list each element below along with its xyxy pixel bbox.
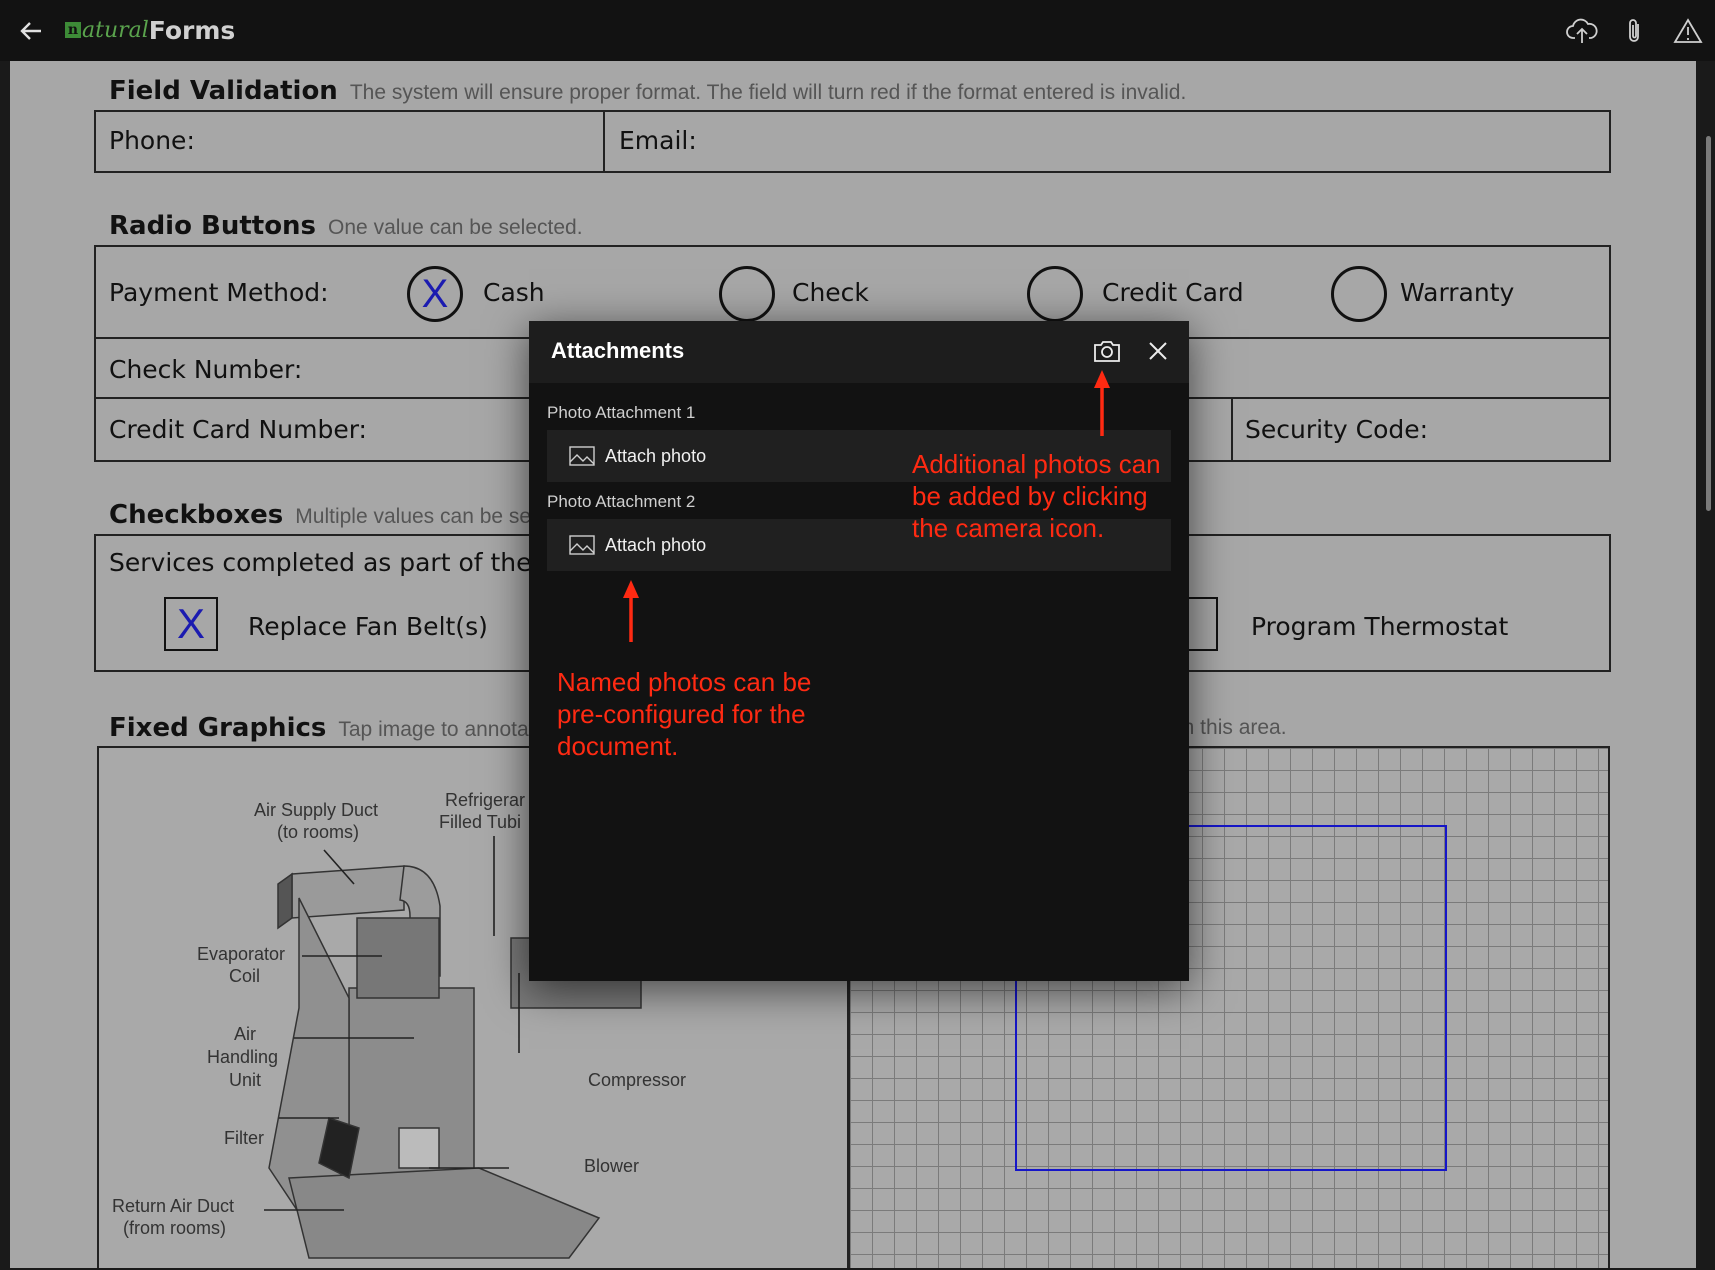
divider [603,110,605,173]
radio-title: Radio Buttons [109,211,317,241]
sketch-desc: in this area. [1178,716,1287,740]
logo-natural: atural [82,17,149,43]
camera-icon[interactable] [1091,335,1123,367]
checkboxes-header: Checkboxes Multiple values can be selec [109,500,558,530]
field-validation-box [94,110,1611,173]
radio-check[interactable] [719,266,775,322]
label-evaporator: Evaporator [197,944,286,964]
arrow-up-icon [1094,370,1110,436]
radio-cash-label: Cash [483,278,545,307]
attach-photo-2-label: Attach photo [605,534,707,555]
radio-warranty-label: Warranty [1400,278,1515,307]
attach-photo-1-label: Attach photo [605,445,707,466]
warning-icon[interactable] [1671,14,1705,48]
app-logo: n atural Forms [65,12,235,48]
radio-warranty[interactable] [1331,266,1387,322]
services-label: Services completed as part of the [109,548,532,577]
cloud-upload-icon[interactable] [1565,14,1599,48]
back-arrow-icon[interactable] [14,14,48,48]
label-air-supply-sub: (to rooms) [277,822,360,842]
sketch-desc-text: in this area. [1178,716,1287,739]
modal-title: Attachments [551,338,685,363]
image-icon [569,446,595,466]
camera-note: Additional photos can be added by clicki… [912,449,1161,543]
label-refrigerant: Refrigerar [445,790,526,810]
label-return-air-sub: (from rooms) [123,1218,226,1238]
scrollbar[interactable] [1706,136,1711,511]
checkbox-program-thermostat-label: Program Thermostat [1251,612,1509,641]
arrow-up-icon [623,580,639,642]
radio-credit-card[interactable] [1027,266,1083,322]
named-photos-note: Named photos can be pre-configured for t… [557,667,812,761]
label-refrigerant-sub: Filled Tubi [439,812,522,832]
credit-card-number-field[interactable]: Credit Card Number: [109,415,367,444]
top-bar: n atural Forms [0,0,1715,61]
label-air-handling-3: Unit [229,1070,262,1090]
phone-field[interactable]: Phone: [109,126,195,155]
checkbox-replace-fan-belt[interactable]: X [164,597,218,651]
payment-method-label: Payment Method: [109,278,329,307]
security-code-field[interactable]: Security Code: [1245,415,1428,444]
checkboxes-desc: Multiple values can be selec [295,505,558,528]
field-validation-header: Field Validation The system will ensure p… [109,76,1186,106]
field-validation-title: Field Validation [109,76,338,106]
radio-desc: One value can be selected. [328,216,583,239]
attachments-modal: Attachments Photo Attachment 1 Attach ph… [529,321,1189,981]
checkbox-replace-fan-belt-label: Replace Fan Belt(s) [248,612,488,641]
email-field[interactable]: Email: [619,126,697,155]
radio-header: Radio Buttons One value can be selected. [109,211,583,241]
fixed-graphics-title: Fixed Graphics [109,713,327,743]
logo-n: n [65,22,81,38]
close-icon[interactable] [1142,335,1174,367]
label-air-supply: Air Supply Duct [254,800,379,820]
radio-credit-card-label: Credit Card [1102,278,1244,307]
check-number-field[interactable]: Check Number: [109,355,302,384]
field-validation-desc: The system will ensure proper format. Th… [349,81,1187,104]
logo-forms: Forms [148,15,236,45]
checkboxes-title: Checkboxes [109,500,284,530]
image-icon [569,535,595,555]
label-filter: Filter [224,1128,264,1148]
label-evaporator-sub: Coil [229,966,261,986]
label-air-handling-1: Air [234,1024,256,1044]
label-blower: Blower [584,1156,640,1176]
radio-check-label: Check [792,278,869,307]
radio-cash[interactable]: X [407,266,463,322]
modal-header: Attachments [529,321,1189,383]
label-air-handling-2: Handling [207,1047,279,1067]
photo-attachment-2-label: Photo Attachment 2 [547,492,696,511]
label-return-air: Return Air Duct [112,1196,235,1216]
photo-attachment-1-label: Photo Attachment 1 [547,403,696,422]
paperclip-icon[interactable] [1618,14,1652,48]
fixed-graphics-header: Fixed Graphics Tap image to annotate. [109,713,552,743]
label-compressor: Compressor [588,1070,687,1090]
fixed-graphics-desc: Tap image to annotate. [338,718,553,741]
divider [1231,397,1233,462]
